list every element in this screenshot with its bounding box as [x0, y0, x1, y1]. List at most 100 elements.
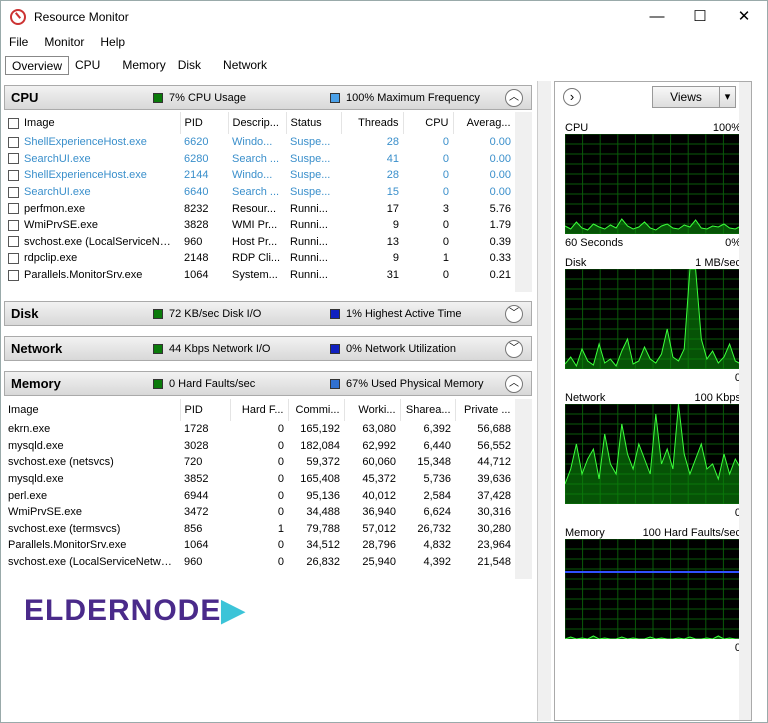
- tab-bar: Overview CPU Memory Disk Network: [5, 56, 273, 75]
- menu-bar: File Monitor Help: [1, 33, 133, 51]
- table-row[interactable]: svchost.exe (termsvcs) 856 1 79,788 57,012 26…: [4, 521, 515, 538]
- row-checkbox[interactable]: [8, 219, 19, 231]
- row-checkbox[interactable]: [8, 269, 19, 281]
- eldernode-logo: eldernode▶: [24, 594, 246, 627]
- table-cell: 26,832: [306, 556, 340, 569]
- table-cell: 25,940: [362, 556, 396, 569]
- minimize-button[interactable]: —: [642, 5, 672, 29]
- memory-section-header[interactable]: Memory 0 Hard Faults/sec 67% Used Physic…: [4, 371, 532, 396]
- table-row[interactable]: ekrn.exe 1728 0 165,192 63,080 6,392 56,688: [4, 421, 515, 438]
- table-row[interactable]: perfmon.exe 8232 Resour... Runni... 17 3 5.76: [4, 200, 515, 217]
- table-row[interactable]: svchost.exe (netsvcs) 720 0 59,372 60,060 15,…: [4, 454, 515, 471]
- column-header[interactable]: Hard F...: [230, 399, 289, 421]
- row-checkbox[interactable]: [8, 203, 19, 215]
- cpu-table-scrollbar[interactable]: [515, 112, 532, 292]
- column-header[interactable]: CPU: [403, 112, 454, 134]
- table-cell: Resour...: [232, 202, 277, 215]
- column-header[interactable]: Private ...: [455, 399, 516, 421]
- row-checkbox[interactable]: [8, 153, 19, 165]
- column-header[interactable]: PID: [180, 399, 231, 421]
- column-header[interactable]: Image: [4, 112, 181, 134]
- table-cell: 28: [386, 136, 399, 149]
- views-dropdown[interactable]: Views ▾: [652, 86, 736, 108]
- table-row[interactable]: Parallels.MonitorSrv.exe 1064 0 34,512 28,79…: [4, 537, 515, 554]
- table-cell: Suspe...: [290, 169, 331, 182]
- graph-panel-scrollbar[interactable]: [739, 82, 751, 720]
- column-header[interactable]: Descrip...: [228, 112, 287, 134]
- table-cell: Suspe...: [290, 136, 331, 149]
- expand-icon[interactable]: ﹀: [505, 305, 523, 323]
- table-cell: 1.79: [489, 219, 511, 232]
- column-header[interactable]: Status: [286, 112, 342, 134]
- close-button[interactable]: ✕: [729, 5, 759, 29]
- column-header[interactable]: Worki...: [344, 399, 401, 421]
- menu-help[interactable]: Help: [92, 33, 133, 51]
- table-row[interactable]: Parallels.MonitorSrv.exe 1064 System... Run…: [4, 267, 515, 284]
- graph-header: CPU 100%: [565, 122, 741, 134]
- table-cell: 4,832: [423, 539, 451, 552]
- column-header[interactable]: Threads: [341, 112, 404, 134]
- main-scrollbar[interactable]: [537, 81, 551, 721]
- column-header[interactable]: Averag...: [453, 112, 516, 134]
- table-cell: 15,348: [417, 456, 451, 469]
- table-cell: 6944: [184, 489, 209, 502]
- collapse-icon[interactable]: ︿: [505, 89, 523, 107]
- tab-overview[interactable]: Overview: [5, 56, 70, 75]
- tab-memory[interactable]: Memory: [116, 56, 171, 75]
- table-cell: 4,392: [423, 556, 451, 569]
- disk-active-time: 1% Highest Active Time: [346, 307, 462, 320]
- overview-panel: CPU 7% CPU Usage 100% Maximum Frequency …: [4, 81, 532, 721]
- network-section-header[interactable]: Network 44 Kbps Network I/O 0% Network U…: [4, 336, 532, 361]
- table-cell: 0: [277, 456, 284, 469]
- table-cell: svchost.exe (LocalServiceNet...: [4, 234, 180, 251]
- hard-faults: 0 Hard Faults/sec: [169, 377, 256, 390]
- table-cell: 13: [386, 235, 399, 248]
- row-checkbox[interactable]: [8, 186, 19, 198]
- row-checkbox[interactable]: [8, 136, 19, 148]
- tab-network[interactable]: Network: [217, 56, 273, 75]
- column-header[interactable]: PID: [180, 112, 229, 134]
- table-row[interactable]: SearchUI.exe 6640 Search ... Suspe... 15 0 0.0…: [4, 184, 515, 201]
- used-physical-memory: 67% Used Physical Memory: [346, 377, 484, 390]
- table-cell: 0.00: [489, 152, 511, 165]
- table-row[interactable]: svchost.exe (LocalServiceNetwo... 960 0 26,…: [4, 554, 515, 571]
- expand-panel-button[interactable]: ›: [563, 88, 581, 106]
- table-row[interactable]: ShellExperienceHost.exe 2144 Windo... Suspe…: [4, 167, 515, 184]
- graph-max: 100 Hard Faults/sec: [642, 527, 741, 539]
- tab-cpu[interactable]: CPU: [69, 56, 106, 75]
- table-row[interactable]: WmiPrvSE.exe 3828 WMI Pr... Runni... 9 0 1.79: [4, 217, 515, 234]
- table-row[interactable]: mysqld.exe 3028 0 182,084 62,992 6,440 56,552: [4, 438, 515, 455]
- table-row[interactable]: rdpclip.exe 2148 RDP Cli... Runni... 9 1 0.33: [4, 250, 515, 267]
- table-row[interactable]: SearchUI.exe 6280 Search ... Suspe... 41 0 0.0…: [4, 151, 515, 168]
- table-cell: RDP Cli...: [232, 252, 281, 265]
- maximize-button[interactable]: ☐: [685, 5, 715, 29]
- column-header[interactable]: Image: [4, 399, 181, 421]
- table-row[interactable]: WmiPrvSE.exe 3472 0 34,488 36,940 6,624 30,316: [4, 504, 515, 521]
- cpu-section-header[interactable]: CPU 7% CPU Usage 100% Maximum Frequency …: [4, 85, 532, 110]
- menu-monitor[interactable]: Monitor: [36, 33, 92, 51]
- table-row[interactable]: svchost.exe (LocalServiceNet... 960 Host P…: [4, 234, 515, 251]
- disk-graph: [565, 269, 741, 369]
- column-header[interactable]: Commi...: [288, 399, 345, 421]
- disk-section-header[interactable]: Disk 72 KB/sec Disk I/O 1% Highest Activ…: [4, 301, 532, 326]
- row-checkbox[interactable]: [8, 236, 19, 248]
- expand-icon[interactable]: ﹀: [505, 340, 523, 358]
- tab-disk[interactable]: Disk: [172, 56, 207, 75]
- collapse-icon[interactable]: ︿: [505, 375, 523, 393]
- graph-label: CPU: [565, 122, 589, 134]
- table-cell: 0.00: [489, 169, 511, 182]
- memory-table-scrollbar[interactable]: [515, 399, 532, 579]
- table-cell: svchost.exe (netsvcs): [8, 456, 114, 469]
- table-row[interactable]: perl.exe 6944 0 95,136 40,012 2,584 37,428: [4, 487, 515, 504]
- row-checkbox[interactable]: [8, 253, 19, 265]
- table-cell: 0: [442, 219, 449, 232]
- table-row[interactable]: mysqld.exe 3852 0 165,408 45,372 5,736 39,636: [4, 471, 515, 488]
- row-checkbox[interactable]: [8, 170, 19, 182]
- table-row[interactable]: ShellExperienceHost.exe 6620 Windo... Suspe…: [4, 134, 515, 151]
- menu-file[interactable]: File: [1, 33, 36, 51]
- table-cell: 30,316: [477, 506, 511, 519]
- select-all-checkbox[interactable]: [8, 117, 19, 129]
- table-cell: 63,080: [362, 423, 396, 436]
- table-cell: 1: [277, 522, 284, 535]
- column-header[interactable]: Sharea...: [400, 399, 456, 421]
